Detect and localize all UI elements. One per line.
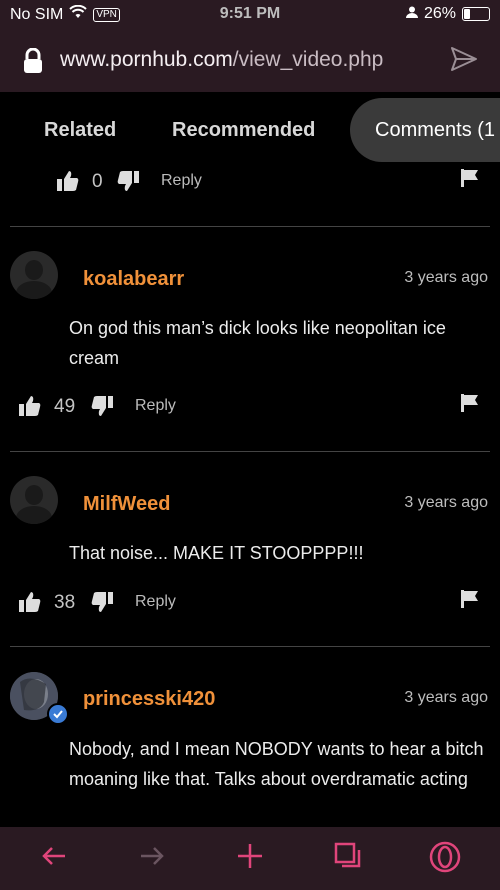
url-path: /view_video.php [232,48,384,71]
status-right: 26% [405,5,490,23]
address-bar[interactable]: www.pornhub.com/view_video.php [0,30,500,92]
flag-icon[interactable] [460,393,480,419]
username[interactable]: koalabearr [83,268,184,291]
opera-menu-icon[interactable] [429,841,461,878]
reply-button[interactable]: Reply [161,172,202,190]
divider [10,226,490,227]
thumbs-down-icon[interactable] [90,395,114,423]
timestamp: 3 years ago [404,269,488,286]
tab-comments[interactable]: Comments (1 [350,98,500,162]
reply-button[interactable]: Reply [135,397,176,415]
divider [10,451,490,452]
username[interactable]: MilfWeed [83,493,170,516]
tab-recommended[interactable]: Recommended [172,119,315,142]
prev-comment-actions: 0 Reply [0,168,500,198]
avatar[interactable] [10,476,58,524]
tab-bar: Related Recommended Comments (1 [0,92,500,168]
battery-percent: 26% [423,5,456,22]
like-count: 49 [54,396,76,417]
thumbs-down-icon[interactable] [90,591,114,619]
forward-arrow-icon[interactable] [138,842,166,875]
battery-icon [462,7,490,21]
url-text[interactable]: www.pornhub.com/view_video.php [60,48,383,72]
tab-related[interactable]: Related [44,119,116,142]
verified-badge-icon [47,703,69,725]
username[interactable]: princesski420 [83,688,215,711]
person-icon [405,5,418,23]
flag-icon[interactable] [460,168,480,194]
comment-actions: 49 Reply [0,393,500,423]
comment-actions: 38 Reply [0,589,500,619]
send-icon[interactable] [450,46,478,77]
comment-text: Nobody, and I mean NOBODY wants to hear … [69,739,484,789]
status-bar: No SIM VPN 9:51 PM 26% [0,0,500,30]
divider [10,646,490,647]
lock-icon [22,47,44,79]
thumbs-up-icon[interactable] [18,591,42,619]
tabs-icon[interactable] [334,842,362,875]
url-domain: www.pornhub.com [60,48,233,71]
timestamp: 3 years ago [404,689,488,706]
thumbs-down-icon[interactable] [116,170,140,198]
reply-button[interactable]: Reply [135,593,176,611]
new-tab-plus-icon[interactable] [236,842,264,875]
avatar[interactable] [10,251,58,299]
comment-text: On god this man’s dick looks like neopol… [69,318,446,368]
tab-comments-label: Comments (1 [375,119,496,141]
bottom-toolbar [0,827,500,890]
thumbs-up-icon[interactable] [18,395,42,423]
thumbs-up-icon[interactable] [56,170,80,198]
flag-icon[interactable] [460,589,480,615]
like-count: 38 [54,592,76,613]
like-count: 0 [92,171,103,192]
back-arrow-icon[interactable] [40,842,68,875]
timestamp: 3 years ago [404,494,488,511]
comment-text: That noise... MAKE IT STOOPPPP!!! [69,543,364,563]
